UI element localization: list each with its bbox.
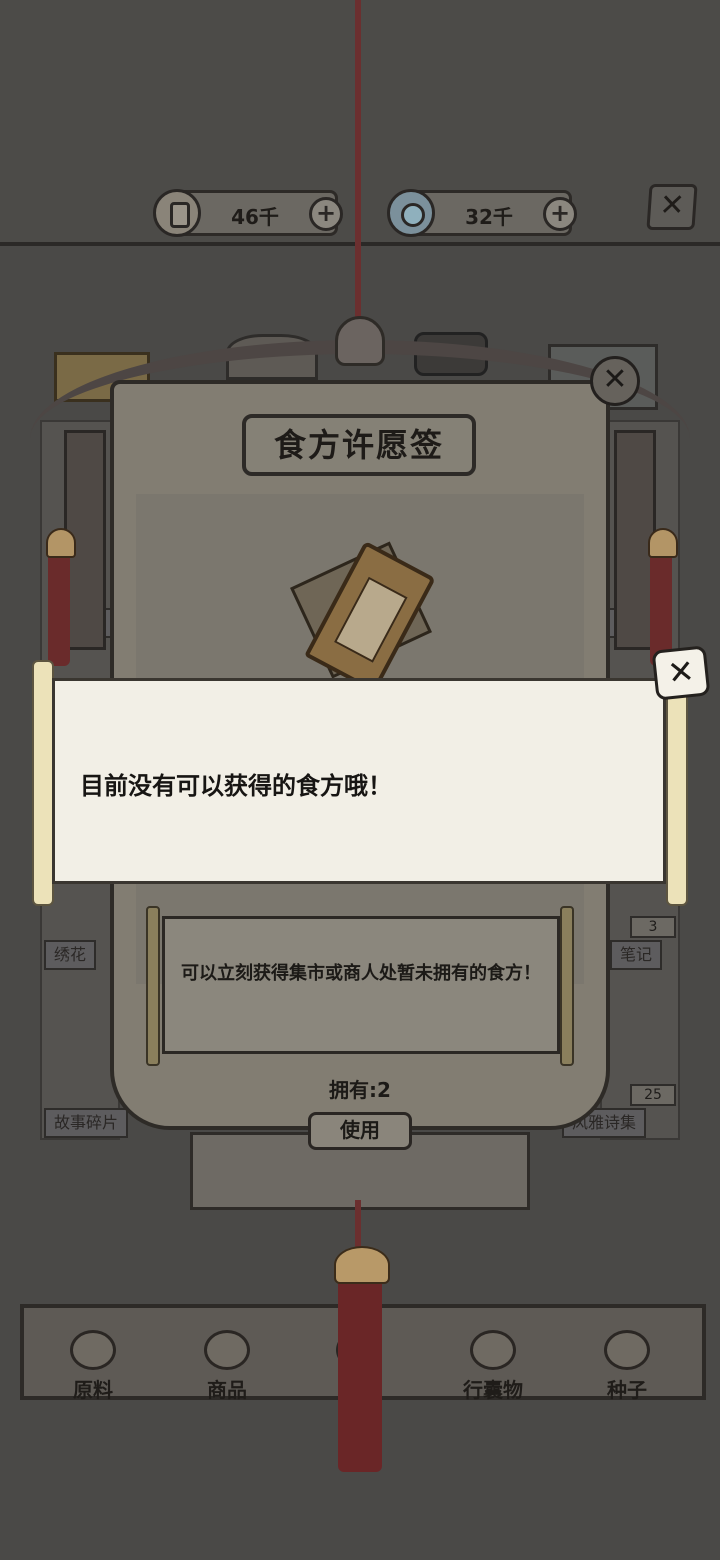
tassel-left	[46, 528, 76, 666]
tab-pack-items[interactable]: 行囊物	[448, 1330, 538, 1403]
count-badge: 25	[630, 1084, 676, 1106]
panel-title: 食方许愿签	[242, 414, 476, 476]
top-close-button[interactable]: ✕	[646, 184, 698, 230]
coin-value: 46千	[231, 205, 279, 229]
jade-value: 32千	[465, 205, 513, 229]
alert-close-button[interactable]: ✕	[651, 645, 711, 701]
alert-message: 目前没有可以获得的食方哦！	[80, 772, 392, 800]
desc-scroll-rod-left	[146, 906, 160, 1066]
shrine-roof-knob	[335, 316, 385, 366]
add-coins-button[interactable]: +	[309, 197, 343, 231]
panel-close-button[interactable]: ✕	[590, 356, 640, 406]
item-description: 可以立刻获得集市或商人处暂未拥有的食方！	[181, 963, 541, 984]
add-jade-button[interactable]: +	[543, 197, 577, 231]
tab-label: 种子	[607, 1378, 647, 1402]
coin-counter: 46千 +	[153, 189, 343, 237]
tab-label: 商品	[207, 1378, 247, 1402]
shelf-label-notes: 笔记	[610, 940, 663, 970]
tab-label: 行囊物	[463, 1378, 523, 1402]
tab-seeds[interactable]: 种子	[582, 1330, 672, 1403]
goods-icon	[204, 1330, 250, 1370]
robe-icon	[470, 1330, 516, 1370]
leaf-icon	[70, 1330, 116, 1370]
alert-scroll-rod-left	[32, 660, 54, 906]
hanging-rope	[355, 0, 361, 320]
jade-counter: 32千 +	[387, 189, 577, 237]
jade-icon	[387, 189, 435, 237]
owned-count: 拥有:2	[329, 1078, 391, 1102]
shelf-label-embroidery: 绣花	[44, 940, 97, 970]
tassel-right	[648, 528, 678, 666]
tab-ingredients[interactable]: 原料	[48, 1330, 138, 1403]
tab-goods[interactable]: 商品	[182, 1330, 272, 1403]
use-button[interactable]: 使用	[308, 1112, 412, 1150]
coin-icon	[153, 189, 201, 237]
count-badge: 3	[630, 916, 676, 938]
seed-pouch-icon	[604, 1330, 650, 1370]
hanging-tassel	[334, 1246, 390, 1472]
tab-label: 原料	[73, 1378, 113, 1402]
desc-scroll-rod-right	[560, 906, 574, 1066]
shelf-label-story-fragments: 故事碎片	[44, 1108, 129, 1138]
